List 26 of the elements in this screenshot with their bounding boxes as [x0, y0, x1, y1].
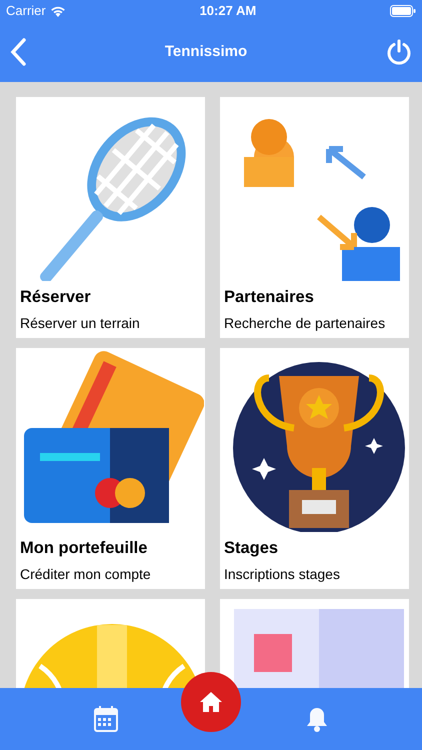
tile-title: Stages	[224, 538, 280, 558]
home-icon	[199, 691, 223, 713]
tile-subtitle: Réserver un terrain	[20, 314, 141, 333]
bell-tab[interactable]	[306, 706, 328, 732]
tile-title: Réserver	[20, 287, 92, 307]
menu-tile[interactable]: Mon portefeuille Créditer mon compte	[16, 348, 205, 589]
bell-icon	[306, 706, 328, 732]
carrier-name: Carrier	[6, 2, 46, 20]
power-button[interactable]	[386, 39, 412, 65]
menu-tile[interactable]: Partenaires Recherche de partenaires	[220, 97, 409, 338]
battery-icon	[390, 5, 416, 17]
tile-subtitle: Recherche de partenaires	[224, 314, 386, 333]
status-time: 10:27 AM	[200, 2, 256, 20]
tile-subtitle: Créditer mon compte	[20, 565, 152, 584]
menu-tile[interactable]: Réserver Réserver un terrain	[16, 97, 205, 338]
tile-title: Mon portefeuille	[20, 538, 148, 558]
back-button[interactable]	[10, 38, 26, 66]
power-icon	[386, 39, 412, 65]
calendar-tab[interactable]	[94, 706, 118, 732]
calendar-icon	[94, 706, 118, 732]
wifi-icon	[50, 5, 66, 17]
tile-title: Partenaires	[224, 287, 315, 307]
back-icon	[10, 38, 26, 66]
menu-tile[interactable]: Stages Inscriptions stages	[220, 348, 409, 589]
tile-subtitle: Inscriptions stages	[224, 565, 341, 584]
app-title: Tennissimo	[164, 42, 248, 62]
